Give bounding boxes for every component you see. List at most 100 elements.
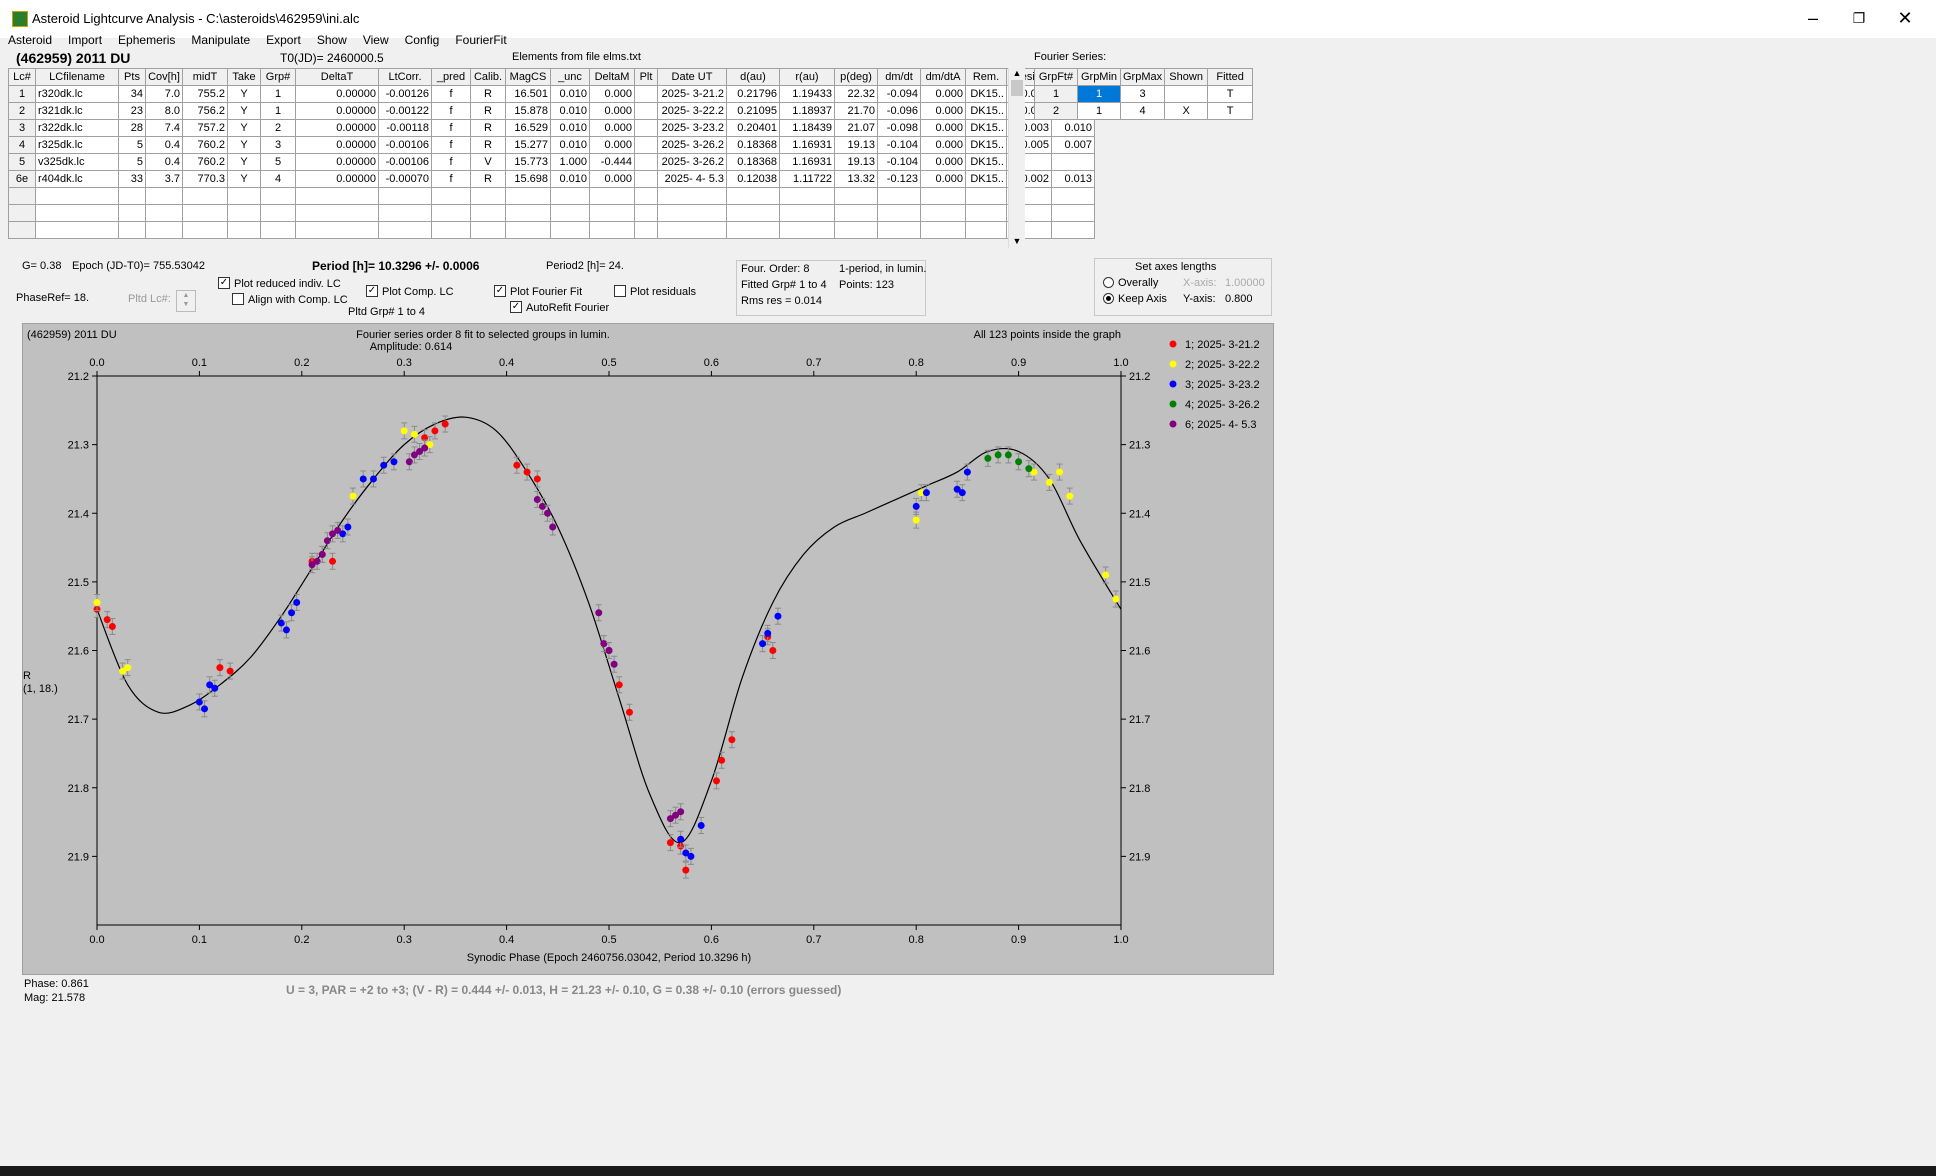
column-header[interactable]: Date UT	[657, 68, 727, 86]
table-cell[interactable]	[145, 187, 183, 205]
fourier-column-header[interactable]: GrpFt#	[1034, 68, 1078, 86]
table-cell[interactable]	[227, 204, 261, 222]
table-cell[interactable]: Y	[227, 170, 261, 188]
data-point[interactable]	[201, 705, 209, 713]
table-cell[interactable]: 0.21796	[726, 85, 780, 103]
column-header[interactable]: midT	[182, 68, 228, 86]
column-header[interactable]: Plt	[634, 68, 658, 86]
column-header[interactable]: DeltaT	[295, 68, 379, 86]
data-point[interactable]	[769, 647, 777, 654]
table-cell[interactable]	[634, 221, 658, 239]
table-cell[interactable]	[920, 204, 966, 222]
data-point[interactable]	[774, 612, 782, 620]
data-point[interactable]	[533, 496, 541, 504]
data-point[interactable]	[994, 451, 1002, 459]
table-cell[interactable]	[1051, 187, 1095, 205]
fourier-cell[interactable]: 3	[1119, 85, 1166, 103]
table-cell[interactable]: 2025- 3-23.2	[657, 119, 727, 137]
table-cell[interactable]	[550, 187, 590, 205]
menu-manipulate[interactable]: Manipulate	[191, 30, 250, 50]
table-cell[interactable]	[634, 187, 658, 205]
table-cell[interactable]	[779, 187, 835, 205]
table-row[interactable]	[8, 204, 1095, 222]
menu-config[interactable]: Config	[405, 30, 440, 50]
table-cell[interactable]: -0.444	[589, 153, 635, 171]
table-cell[interactable]	[145, 204, 183, 222]
table-cell[interactable]	[227, 221, 261, 239]
table-cell[interactable]: DK15..	[965, 102, 1007, 120]
data-point[interactable]	[323, 537, 331, 545]
data-point[interactable]	[697, 821, 705, 829]
table-cell[interactable]: r325dk.lc	[35, 136, 119, 154]
column-header[interactable]: Cov[h]	[145, 68, 183, 86]
table-cell[interactable]	[965, 187, 1007, 205]
table-cell[interactable]: 0.00000	[295, 153, 379, 171]
table-cell[interactable]: 0.010	[550, 119, 590, 137]
table-cell[interactable]	[470, 187, 506, 205]
table-cell[interactable]: 0.000	[589, 119, 635, 137]
table-cell[interactable]: V	[470, 153, 506, 171]
plot-residuals-checkbox[interactable]: Plot residuals	[614, 285, 696, 298]
data-point[interactable]	[523, 468, 531, 476]
plot-reduced-checkbox[interactable]: ✓ Plot reduced indiv. LC	[218, 277, 341, 290]
lightcurve-table[interactable]: Lc# LCfilename Pts Cov[h] midT Take Grp# DeltaT…	[8, 68, 1095, 239]
table-cell[interactable]	[965, 221, 1007, 239]
table-cell[interactable]: f	[431, 153, 471, 171]
table-cell[interactable]: DK15..	[965, 170, 1007, 188]
table-cell[interactable]: Y	[227, 119, 261, 137]
scroll-thumb[interactable]	[1011, 80, 1023, 96]
fourier-series-table[interactable]: GrpFt# GrpMin GrpMax Shown Fitted 113T214XT	[1034, 68, 1254, 120]
fourier-column-header[interactable]: GrpMin	[1077, 68, 1121, 86]
table-cell[interactable]	[550, 221, 590, 239]
table-cell[interactable]: f	[431, 136, 471, 154]
table-cell[interactable]: 5	[260, 153, 296, 171]
lightcurve-plot[interactable]: 0.0 0.0 0.1 0.1 0.2 0.2 0.3 0.3 0.4 0.4 0.5 0.5 0.6 0…	[22, 323, 1274, 975]
column-header[interactable]: MagCS	[505, 68, 551, 86]
data-point[interactable]	[615, 681, 623, 689]
table-cell[interactable]: 0.18368	[726, 136, 780, 154]
table-cell[interactable]: 760.2	[182, 153, 228, 171]
table-cell[interactable]	[1051, 153, 1095, 171]
table-cell[interactable]	[378, 187, 432, 205]
table-cell[interactable]: Y	[227, 153, 261, 171]
column-header[interactable]: LtCorr.	[378, 68, 432, 86]
fourier-cell[interactable]: 1	[1077, 85, 1121, 103]
column-header[interactable]: _pred	[431, 68, 471, 86]
table-cell[interactable]: 1	[8, 85, 36, 103]
data-point[interactable]	[405, 458, 413, 466]
table-cell[interactable]	[877, 221, 921, 239]
table-cell[interactable]	[726, 221, 780, 239]
keep-axis-radio[interactable]: Keep Axis	[1103, 292, 1167, 305]
table-cell[interactable]: 770.3	[182, 170, 228, 188]
table-cell[interactable]	[634, 102, 658, 120]
table-cell[interactable]: 0.000	[920, 153, 966, 171]
menu-show[interactable]: Show	[317, 30, 347, 50]
data-point[interactable]	[1102, 571, 1110, 579]
table-cell[interactable]	[657, 221, 727, 239]
table-cell[interactable]	[589, 204, 635, 222]
table-cell[interactable]: 1.11722	[779, 170, 835, 188]
table-cell[interactable]: 1.18937	[779, 102, 835, 120]
table-cell[interactable]: 0.000	[920, 170, 966, 188]
data-point[interactable]	[282, 626, 290, 634]
table-cell[interactable]: 15.878	[505, 102, 551, 120]
fourier-column-header[interactable]: Shown	[1164, 68, 1209, 86]
data-point[interactable]	[912, 502, 920, 510]
column-header[interactable]: dm/dtA	[920, 68, 966, 86]
table-cell[interactable]: r321dk.lc	[35, 102, 119, 120]
table-cell[interactable]: -0.00122	[378, 102, 432, 120]
table-cell[interactable]: R	[470, 119, 506, 137]
table-cell[interactable]	[431, 221, 471, 239]
table-cell[interactable]	[378, 204, 432, 222]
table-cell[interactable]: Y	[227, 85, 261, 103]
data-point[interactable]	[687, 852, 695, 860]
table-cell[interactable]	[634, 204, 658, 222]
table-cell[interactable]	[779, 221, 835, 239]
table-cell[interactable]	[35, 187, 119, 205]
table-cell[interactable]	[182, 221, 228, 239]
table-cell[interactable]: 0.21095	[726, 102, 780, 120]
table-cell[interactable]: 757.2	[182, 119, 228, 137]
table-cell[interactable]	[634, 119, 658, 137]
table-cell[interactable]	[834, 221, 878, 239]
data-point[interactable]	[912, 516, 920, 524]
